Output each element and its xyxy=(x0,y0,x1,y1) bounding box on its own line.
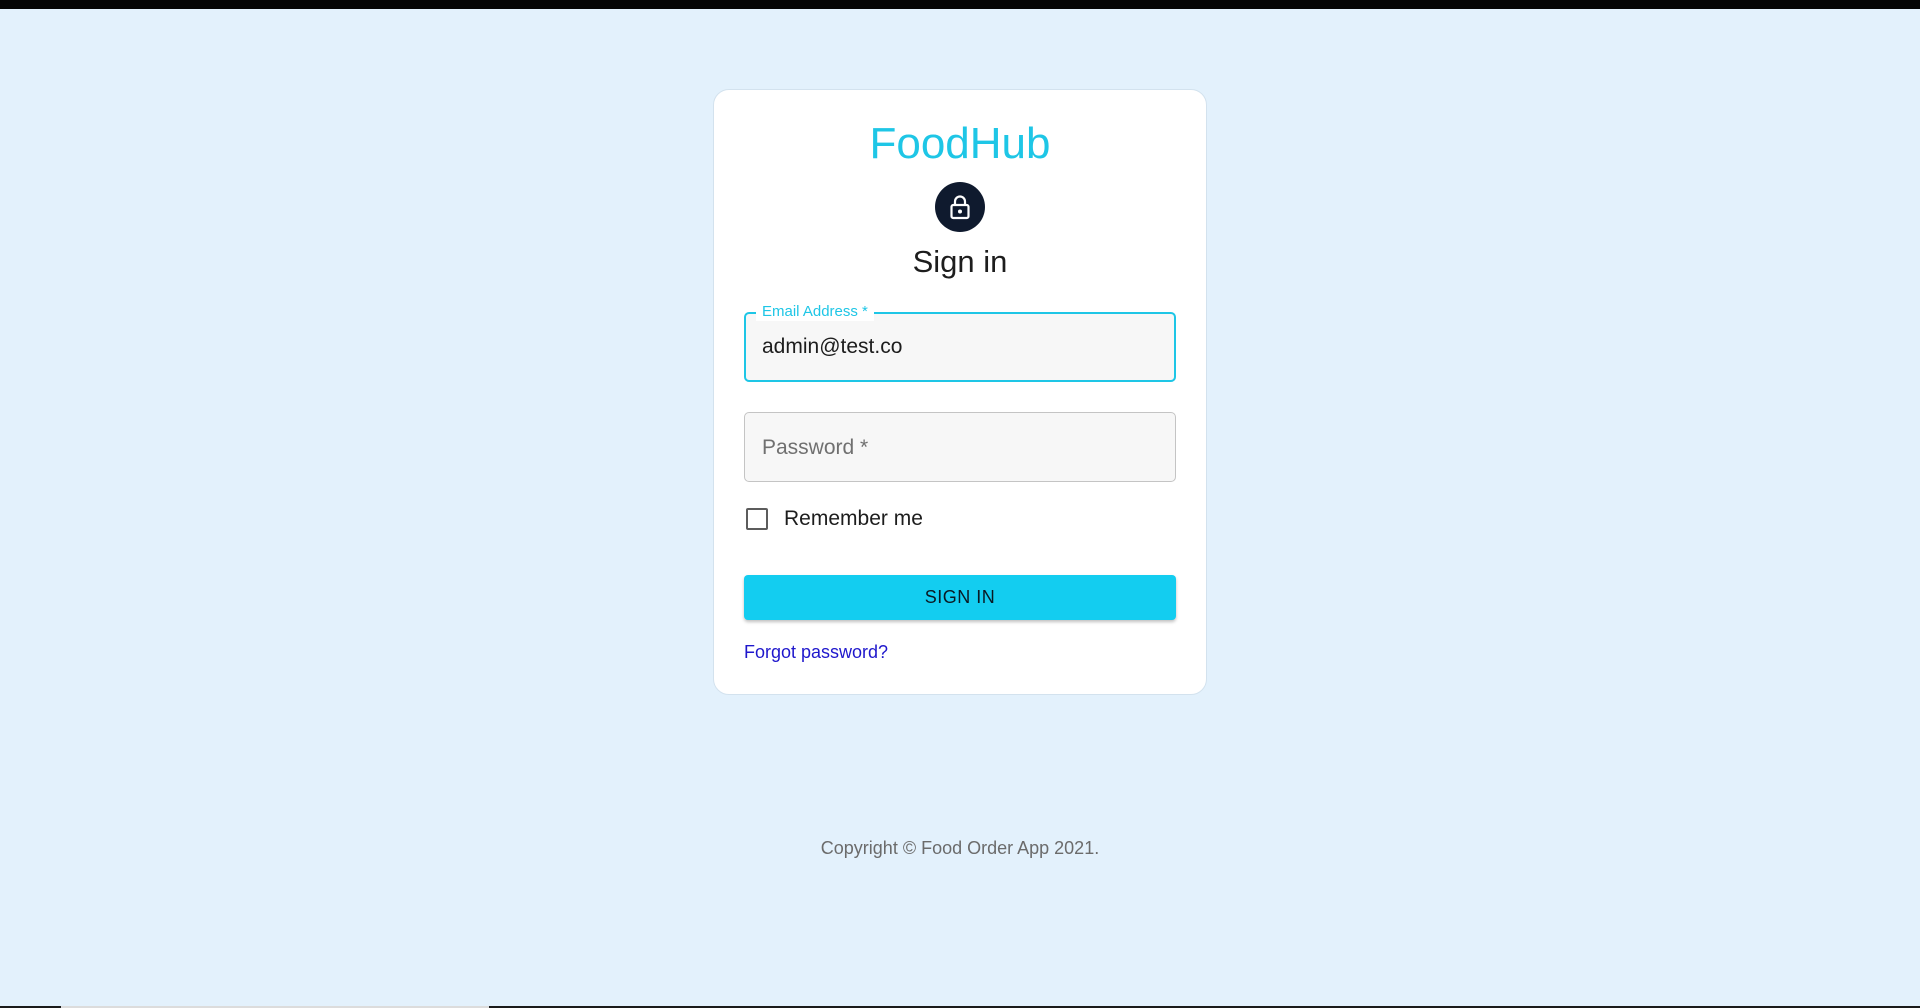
password-placeholder: Password * xyxy=(762,436,869,459)
page-title: Sign in xyxy=(912,244,1008,279)
remember-me-checkbox[interactable]: Remember me xyxy=(744,506,923,532)
password-field[interactable]: Password * xyxy=(744,412,1176,482)
top-window-bar xyxy=(0,0,1920,9)
lock-icon xyxy=(949,194,971,220)
sign-in-button[interactable]: SIGN IN xyxy=(744,575,1176,620)
brand-title: FoodHub xyxy=(869,119,1051,168)
email-field[interactable]: Email Address * xyxy=(744,303,1176,382)
checkbox-icon[interactable] xyxy=(746,508,768,530)
copyright-text: Copyright © Food Order App 2021. xyxy=(820,838,1100,858)
email-field-label: Email Address * xyxy=(756,303,874,321)
remember-me-label: Remember me xyxy=(784,507,923,530)
email-input[interactable] xyxy=(762,334,1152,360)
avatar xyxy=(935,182,985,232)
forgot-password-link[interactable]: Forgot password? xyxy=(744,641,888,663)
